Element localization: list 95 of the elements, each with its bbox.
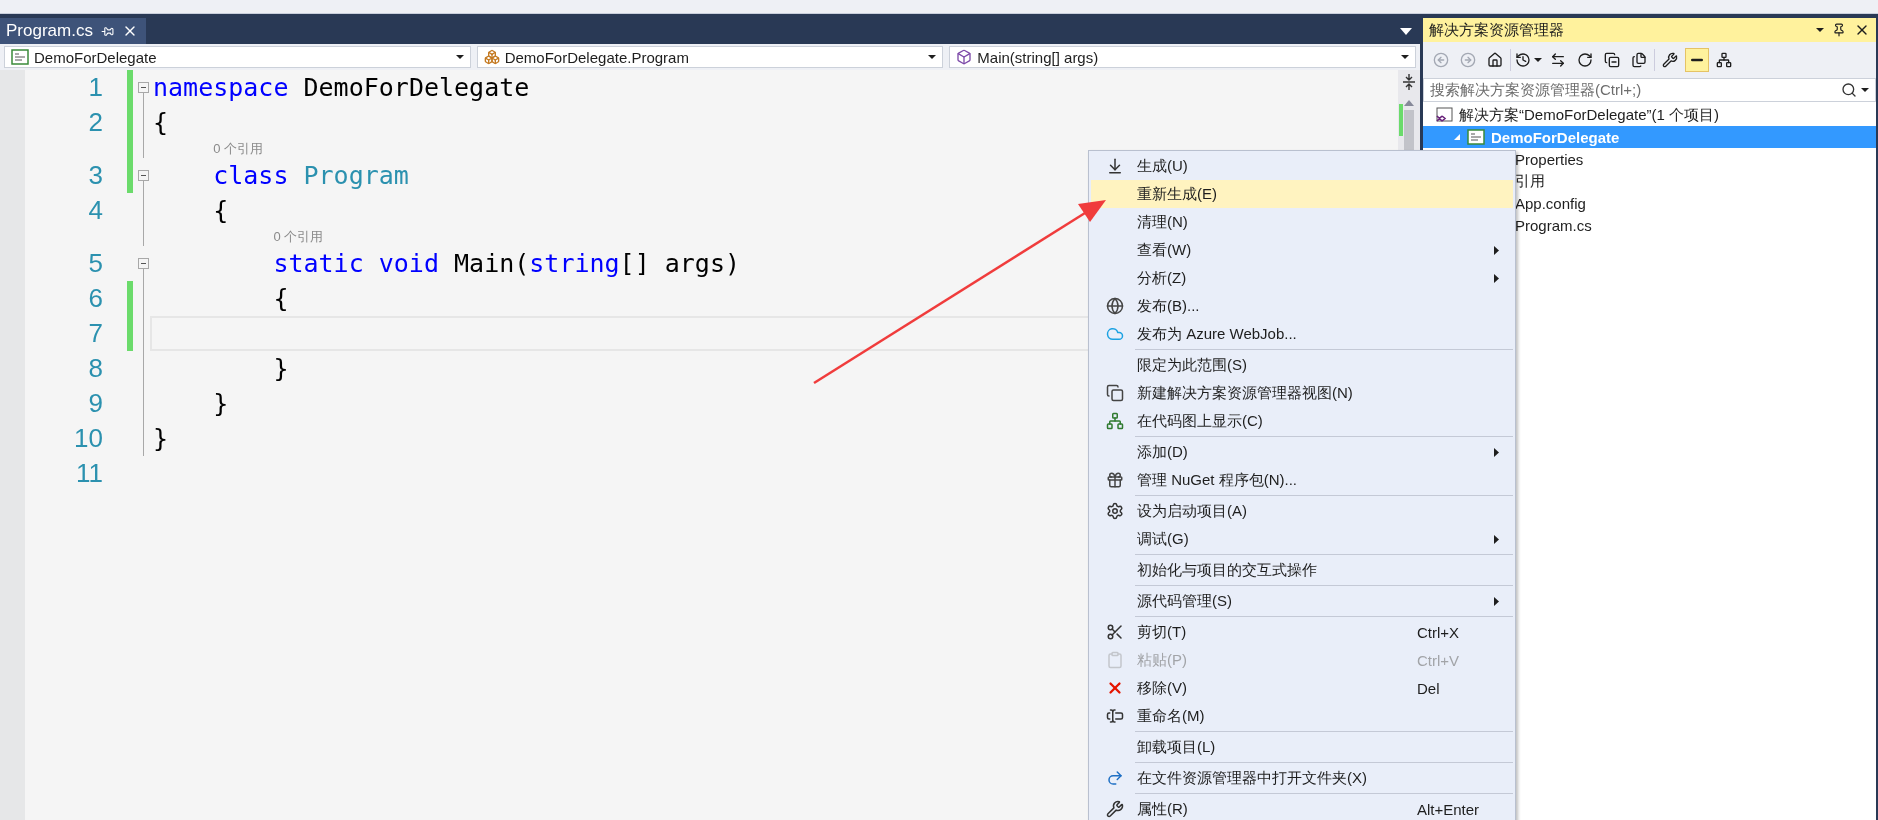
back-icon xyxy=(1433,52,1449,68)
navigation-dropdown[interactable]: DemoForDelegate.Program xyxy=(476,46,944,68)
menu-item[interactable]: 发布为 Azure WebJob... xyxy=(1091,320,1513,348)
rename-icon xyxy=(1106,707,1124,725)
wrench-icon xyxy=(1106,800,1124,818)
expanded-arrow-icon[interactable] xyxy=(1453,133,1461,141)
code-line: } xyxy=(212,388,229,420)
redo-arrow-icon xyxy=(1106,769,1124,787)
line-number: 11 xyxy=(75,457,103,490)
menu-item[interactable]: 调试(G) xyxy=(1091,525,1513,553)
code-line: { xyxy=(212,195,229,227)
show-all-files-icon xyxy=(1631,52,1647,68)
tree-item[interactable]: 解决方案“DemoForDelegate”(1 个项目) xyxy=(1423,104,1876,126)
collapse-all-icon xyxy=(1604,52,1620,68)
menu-item[interactable]: 在文件资源管理器中打开文件夹(X) xyxy=(1091,764,1513,792)
menu-item[interactable]: 清理(N) xyxy=(1091,208,1513,236)
settings-icon xyxy=(1106,502,1124,520)
menu-item[interactable]: 生成(U) xyxy=(1091,152,1513,180)
line-number: 4 xyxy=(87,194,103,227)
menu-item[interactable]: 新建解决方案资源管理器视图(N) xyxy=(1091,379,1513,407)
overflow-caret-icon[interactable] xyxy=(1400,28,1412,35)
navigation-dropdown[interactable]: Main(string[] args) xyxy=(949,46,1416,68)
panel-title: 解决方案资源管理器 xyxy=(1429,20,1565,40)
windows-icon xyxy=(1106,384,1124,402)
refresh-icon xyxy=(1577,52,1593,68)
class-icon xyxy=(483,49,500,65)
menu-item[interactable]: 在代码图上显示(C) xyxy=(1091,407,1513,435)
scissors-icon xyxy=(1106,623,1124,641)
code-line: } xyxy=(153,423,169,455)
line-number: 9 xyxy=(87,387,103,420)
menu-item[interactable]: 移除(V) Del xyxy=(1091,674,1513,702)
build-icon xyxy=(1106,157,1124,175)
search-field[interactable]: 搜索解决方案资源管理器(Ctrl+;) xyxy=(1423,78,1876,102)
pin-icon[interactable] xyxy=(100,24,114,38)
diagram-icon xyxy=(1716,52,1732,68)
editor-tab[interactable]: Program.cs xyxy=(0,18,146,44)
caret-icon xyxy=(1861,87,1869,93)
properties-icon xyxy=(1662,52,1678,68)
scroll-up-icon[interactable] xyxy=(1404,100,1414,106)
menu-item[interactable]: 初始化与项目的交互式操作 xyxy=(1091,556,1513,584)
menu-item[interactable]: 限定为此范围(S) xyxy=(1091,351,1513,379)
menu-item[interactable]: 属性(R) Alt+Enter xyxy=(1091,795,1513,820)
caret-icon xyxy=(1534,57,1542,63)
line-number: 6 xyxy=(87,282,103,315)
cloud-icon xyxy=(1106,325,1124,343)
menu-item[interactable]: 分析(Z) xyxy=(1091,264,1513,292)
caret-icon xyxy=(1401,54,1409,60)
line-number: 7 xyxy=(87,317,103,350)
line-number: 3 xyxy=(87,159,103,192)
pending-changes-button[interactable] xyxy=(1685,48,1709,72)
sync-icon xyxy=(1550,52,1566,68)
caret-icon xyxy=(455,54,464,60)
caret-icon xyxy=(928,54,937,60)
csharp-project-icon xyxy=(1467,129,1485,145)
pin-icon[interactable] xyxy=(1832,23,1846,37)
solution-icon xyxy=(1435,107,1453,123)
collapse-toggle-icon[interactable] xyxy=(138,170,149,181)
line-number: 8 xyxy=(87,352,103,385)
change-marker xyxy=(1399,104,1403,136)
menu-item[interactable]: 重新生成(E) xyxy=(1091,180,1513,208)
menu-item[interactable]: 查看(W) xyxy=(1091,236,1513,264)
forward-icon xyxy=(1460,52,1476,68)
split-icon[interactable] xyxy=(1402,74,1416,90)
clipboard-icon xyxy=(1106,651,1124,669)
code-line: { xyxy=(153,107,169,139)
home-icon xyxy=(1487,52,1503,68)
collapse-toggle-icon[interactable] xyxy=(138,258,149,269)
collapse-toggle-icon[interactable] xyxy=(138,82,149,93)
menu-item[interactable]: 发布(B)... xyxy=(1091,292,1513,320)
code-line: { xyxy=(272,283,289,315)
history-icon xyxy=(1515,52,1531,68)
code-line: static void Main(string[] args) xyxy=(272,248,741,280)
line-number: 5 xyxy=(87,247,103,280)
navigation-dropdown[interactable]: DemoForDelegate xyxy=(4,46,471,68)
code-line: class Program xyxy=(212,160,409,192)
line-number: 10 xyxy=(73,422,103,455)
globe-icon xyxy=(1106,297,1124,315)
menu-item[interactable]: 源代码管理(S) xyxy=(1091,587,1513,615)
remove-icon xyxy=(1106,679,1124,697)
line-number: 2 xyxy=(87,106,103,139)
line-number: 1 xyxy=(87,71,103,104)
menu-item[interactable]: 剪切(T) Ctrl+X xyxy=(1091,618,1513,646)
csharp-project-icon xyxy=(11,49,29,65)
menu-item[interactable]: 设为启动项目(A) xyxy=(1091,497,1513,525)
package-icon xyxy=(1106,471,1124,489)
method-icon xyxy=(956,49,973,65)
diagram-icon xyxy=(1106,412,1124,430)
menu-item[interactable]: 卸载项目(L) xyxy=(1091,733,1513,761)
panel-menu-caret-icon xyxy=(1816,27,1824,33)
menu-item[interactable]: 添加(D) xyxy=(1091,438,1513,466)
search-icon[interactable] xyxy=(1841,82,1857,98)
code-line: } xyxy=(272,353,289,385)
code-line: namespace DemoForDelegate xyxy=(153,72,530,104)
menu-item[interactable]: 管理 NuGet 程序包(N)... xyxy=(1091,466,1513,494)
menu-item[interactable]: 重命名(M) xyxy=(1091,702,1513,730)
